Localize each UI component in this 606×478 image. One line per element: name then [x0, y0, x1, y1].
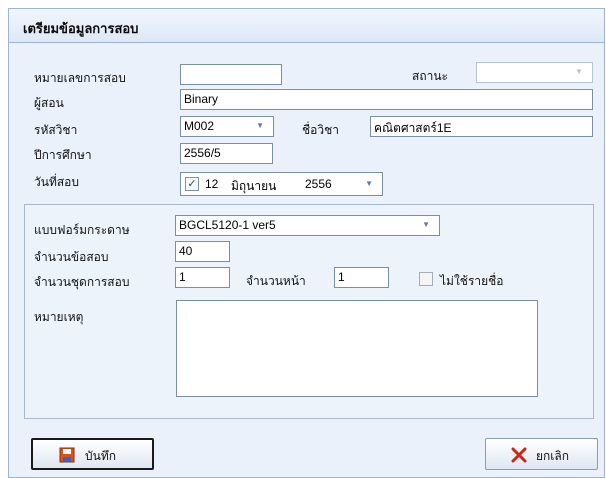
exam-date-label: วันที่สอบ — [34, 175, 79, 189]
form-type-value: BGCL5120-1 ver5 — [179, 218, 276, 232]
exam-date-month: มิถุนายน — [231, 179, 277, 193]
instructor-field[interactable]: Binary — [180, 89, 593, 110]
chevron-down-icon: ▼ — [575, 67, 583, 76]
red-x-icon — [511, 447, 527, 463]
form-type-select[interactable]: BGCL5120-1 ver5 ▼ — [175, 215, 440, 236]
question-count-field[interactable]: 40 — [175, 241, 230, 262]
question-count-label: จำนวนข้อสอบ — [34, 250, 109, 264]
no-name-list-checkbox[interactable] — [419, 272, 433, 286]
form-type-label: แบบฟอร์มกระดาษ — [34, 223, 130, 237]
remark-label: หมายเหตุ — [34, 310, 84, 324]
page-count-field[interactable]: 1 — [334, 267, 389, 288]
course-name-label: ชื่อวิชา — [302, 123, 339, 137]
chevron-down-icon: ▼ — [365, 179, 373, 188]
page-count-label: จำนวนหน้า — [246, 274, 306, 288]
academic-year-field[interactable]: 2556/5 — [180, 143, 273, 164]
academic-year-label: ปีการศึกษา — [34, 148, 92, 162]
exam-date-day: 12 — [205, 177, 219, 191]
instructor-label: ผู้สอน — [34, 96, 64, 110]
cancel-button[interactable]: ยกเลิก — [485, 438, 598, 470]
remark-textarea[interactable] — [176, 300, 538, 397]
exam-date-picker[interactable]: ✓ 12 มิถุนายน 2556 ▼ — [180, 172, 383, 196]
save-button[interactable]: บันทึก — [31, 438, 154, 470]
cancel-button-label: ยกเลิก — [536, 449, 570, 463]
course-code-value: M002 — [184, 119, 215, 133]
course-code-label: รหัสวิชา — [34, 123, 78, 137]
save-button-label: บันทึก — [85, 449, 116, 463]
chevron-down-icon: ▼ — [422, 220, 430, 229]
status-label: สถานะ — [412, 69, 448, 83]
save-disk-icon — [59, 447, 75, 463]
status-select[interactable]: ▼ — [476, 62, 593, 83]
set-count-label: จำนวนชุดการสอบ — [34, 275, 130, 289]
course-name-field[interactable]: คณิตศาสตร์1E — [370, 116, 593, 137]
set-count-field[interactable]: 1 — [175, 267, 230, 288]
exam-date-year: 2556 — [305, 177, 332, 191]
course-code-select[interactable]: M002 ▼ — [180, 116, 274, 137]
title-bar: เตรียมข้อมูลการสอบ — [9, 9, 604, 43]
page-title: เตรียมข้อมูลการสอบ — [23, 22, 139, 37]
exam-date-checkbox[interactable]: ✓ — [185, 177, 199, 191]
no-name-list-label: ไม่ใช้รายชื่อ — [440, 274, 504, 288]
chevron-down-icon: ▼ — [256, 121, 264, 130]
exam-no-label: หมายเลขการสอบ — [34, 71, 126, 85]
exam-no-field[interactable] — [180, 64, 282, 85]
